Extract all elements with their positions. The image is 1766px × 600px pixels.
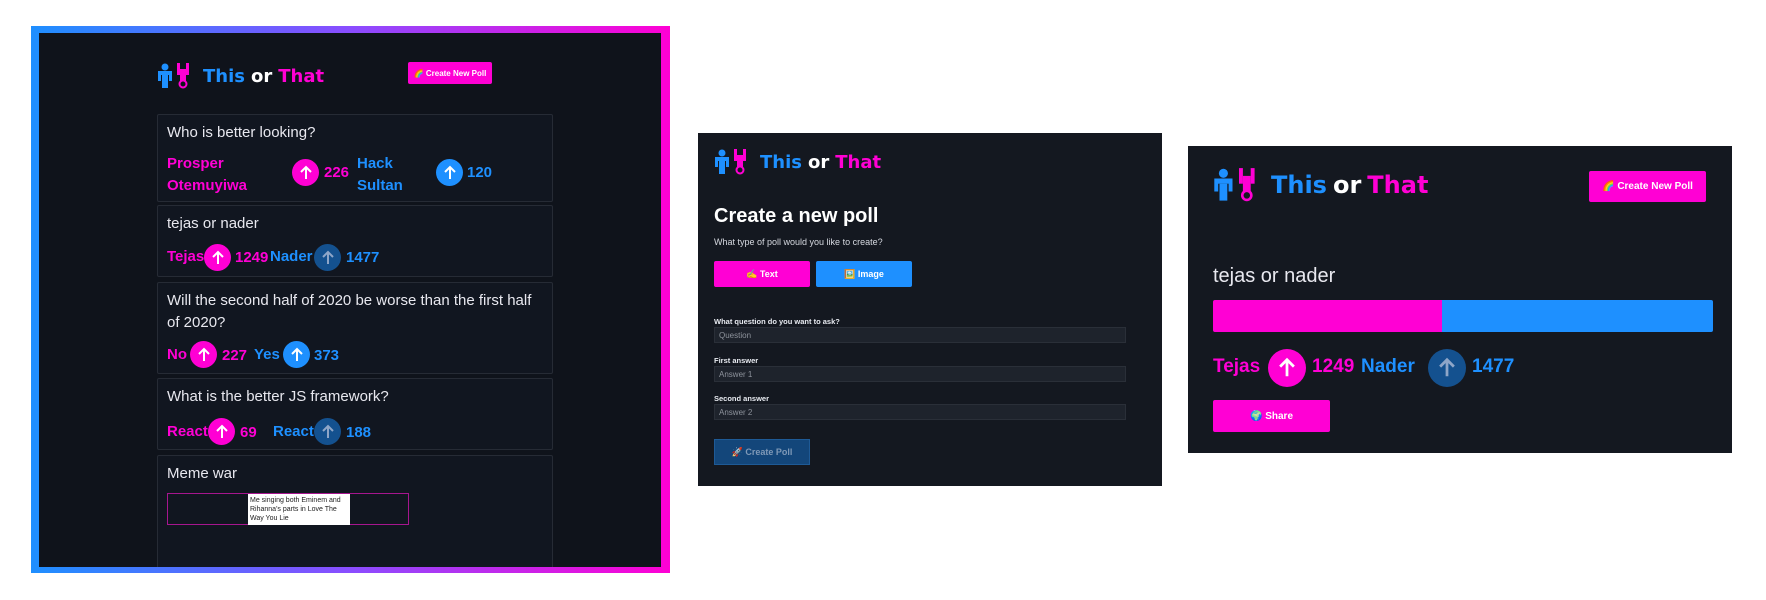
results-bar-answer-a: [1213, 300, 1442, 332]
poll-question: Meme war: [167, 465, 238, 482]
logo-or: or: [807, 151, 830, 173]
poll-results-screen: This or That 🌈 Create New Poll tejas or …: [1188, 146, 1732, 453]
poll-card[interactable]: What is the better JS framework? React 6…: [157, 378, 553, 450]
poll-list-screen: This or That 🌈 Create New Poll Who is be…: [39, 33, 661, 567]
poll-question: What is the better JS framework?: [167, 388, 389, 405]
question-label: What question do you want to ask?: [714, 317, 840, 326]
share-button[interactable]: 🌍 Share: [1213, 400, 1330, 432]
arrow-up-icon: [443, 165, 456, 179]
poll-card[interactable]: Will the second half of 2020 be worse th…: [157, 282, 553, 374]
answer-a-label: Tejas: [167, 248, 205, 265]
upvote-b-button[interactable]: [314, 418, 341, 445]
arrow-up-icon: [321, 250, 334, 264]
answer-a-votes: 1249: [1312, 356, 1355, 377]
answer-a-votes: 226: [324, 164, 350, 181]
second-answer-label: Second answer: [714, 394, 770, 403]
answer-a-label: No: [167, 346, 187, 363]
answer-a-label: Prosper Otemuyiwa: [167, 155, 248, 194]
answer-b-votes: 1477: [346, 249, 380, 266]
app-logo[interactable]: This or That: [1213, 168, 1428, 202]
meme-image[interactable]: Me singing both Eminem and Rihanna's par…: [167, 493, 409, 525]
upvote-a-button[interactable]: [204, 244, 231, 271]
answer-a-votes: 227: [222, 347, 248, 364]
logo-that: That: [278, 65, 325, 87]
logo-this: This: [1271, 171, 1327, 199]
results-bar-answer-b: [1442, 300, 1713, 332]
answer-b-label: Yes: [254, 346, 280, 363]
answer-a-label: Tejas: [1213, 356, 1261, 377]
arrow-up-icon: [290, 347, 303, 361]
second-answer-input[interactable]: Answer 2: [714, 404, 1126, 420]
poll-list-screen-frame: This or That 🌈 Create New Poll Who is be…: [31, 26, 670, 573]
upvote-a-button[interactable]: [1268, 349, 1306, 387]
results-bar: [1213, 300, 1713, 332]
logo-this: This: [760, 151, 802, 173]
app-logo[interactable]: This or That: [714, 149, 881, 175]
answer-b-votes: 188: [346, 424, 372, 441]
create-poll-button[interactable]: 🚀 Create Poll: [714, 439, 810, 465]
first-answer-input[interactable]: Answer 1: [714, 366, 1126, 382]
create-poll-screen: This or That Create a new poll What type…: [698, 133, 1162, 486]
upvote-a-button[interactable]: [208, 418, 235, 445]
logo-that: That: [835, 151, 882, 173]
answer-b-votes: 373: [314, 347, 340, 364]
upvote-b-button[interactable]: [283, 341, 310, 368]
arrow-up-icon: [1279, 357, 1295, 377]
upvote-b-button[interactable]: [436, 159, 463, 186]
two-people-icon: [1213, 168, 1265, 202]
page-title: Create a new poll: [714, 205, 879, 227]
answer-a-label: React: [167, 423, 208, 440]
upvote-a-button[interactable]: [190, 341, 217, 368]
upvote-a-button[interactable]: [292, 159, 319, 186]
poll-card[interactable]: Who is better looking? Prosper Otemuyiwa…: [157, 114, 553, 202]
question-input[interactable]: Question: [714, 327, 1126, 343]
upvote-b-button[interactable]: [314, 244, 341, 271]
arrow-up-icon: [215, 424, 228, 438]
poll-question: tejas or nader: [167, 215, 259, 232]
logo-or: or: [1332, 171, 1362, 199]
answer-a-votes: 1249: [235, 249, 269, 266]
answer-b-label: Hack Sultan: [357, 155, 403, 194]
logo-this: This: [203, 65, 245, 87]
logo-or: or: [250, 65, 273, 87]
arrow-up-icon: [299, 165, 312, 179]
upvote-b-button[interactable]: [1428, 349, 1466, 387]
poll-card[interactable]: tejas or nader Tejas 1249 Nader 1477: [157, 205, 553, 277]
poll-question: Who is better looking?: [167, 124, 316, 141]
image-poll-button[interactable]: 🖼️ Image: [816, 261, 912, 287]
arrow-up-icon: [321, 424, 334, 438]
arrow-up-icon: [197, 347, 210, 361]
app-logo[interactable]: This or That: [157, 63, 324, 89]
meme-caption: Me singing both Eminem and Rihanna's par…: [248, 494, 350, 525]
create-new-poll-button[interactable]: 🌈 Create New Poll: [1589, 171, 1706, 202]
answer-b-label: Nader: [1361, 356, 1415, 377]
first-answer-label: First answer: [714, 356, 759, 365]
arrow-up-icon: [211, 250, 224, 264]
answer-b-label: Nader: [270, 248, 313, 265]
answer-b-votes: 120: [467, 164, 493, 181]
answer-b-label: React: [273, 423, 314, 440]
poll-card[interactable]: Meme war Me singing both Eminem and Riha…: [157, 455, 553, 567]
two-people-icon: [714, 149, 754, 175]
answer-a-votes: 69: [240, 424, 257, 441]
answer-b-votes: 1477: [1472, 356, 1515, 377]
arrow-up-icon: [1439, 357, 1455, 377]
poll-question: tejas or nader: [1213, 265, 1336, 287]
two-people-icon: [157, 63, 197, 89]
create-new-poll-button[interactable]: 🌈 Create New Poll: [408, 62, 492, 84]
poll-question: Will the second half of 2020 be worse th…: [167, 292, 532, 331]
text-poll-button[interactable]: ✍️ Text: [714, 261, 810, 287]
page-subtitle: What type of poll would you like to crea…: [714, 237, 883, 247]
logo-that: That: [1367, 171, 1429, 199]
